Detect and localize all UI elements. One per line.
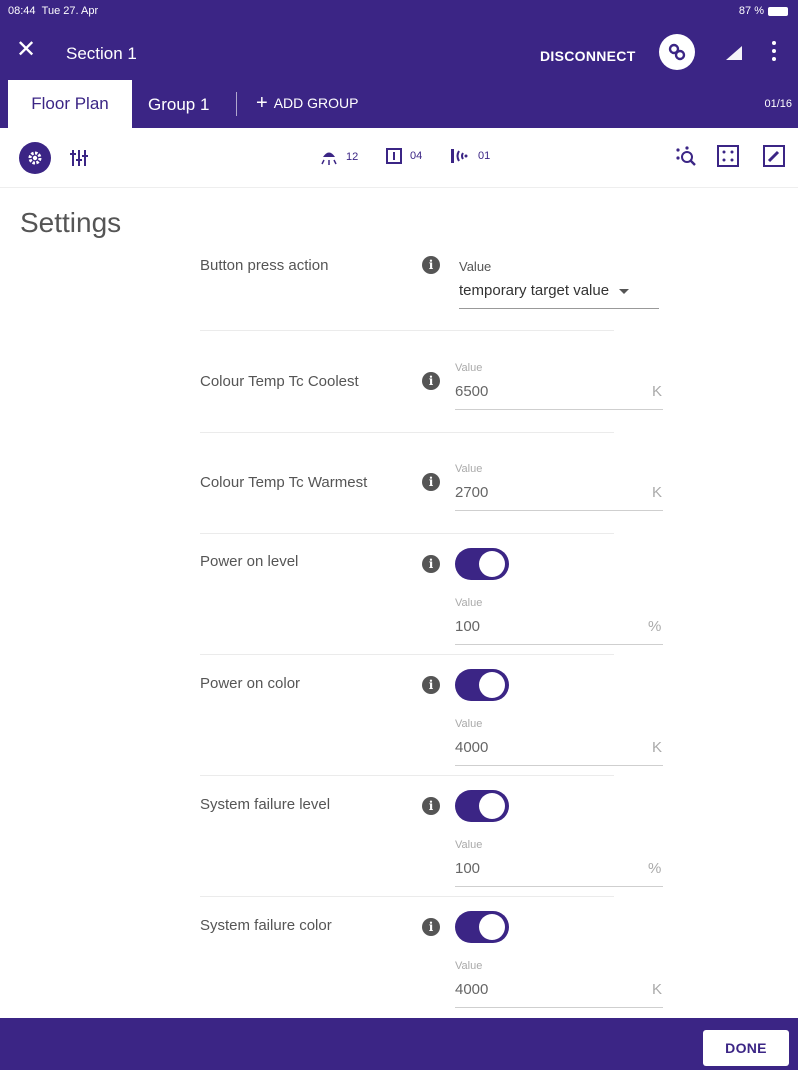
field-underline — [455, 1007, 663, 1008]
tc-warmest-input[interactable]: 2700 — [455, 484, 488, 501]
info-icon[interactable]: i — [422, 555, 440, 573]
tc-warmest-label: Colour Temp Tc Warmest — [200, 474, 368, 491]
system-failure-level-unit: % — [648, 860, 662, 877]
power-on-level-unit: % — [648, 618, 662, 635]
tc-warmest-unit: K — [652, 484, 663, 501]
search-device-icon[interactable] — [674, 144, 698, 168]
divider — [200, 330, 614, 331]
power-on-level-label: Power on level — [200, 553, 299, 570]
tc-coolest-input[interactable]: 6500 — [455, 383, 488, 400]
page-count: 01/16 — [764, 98, 792, 110]
page-title: Settings — [20, 207, 122, 238]
field-underline — [455, 510, 663, 511]
toggle-knob — [479, 551, 505, 577]
system-failure-color-field-label: Value — [455, 960, 483, 972]
system-failure-color-unit: K — [652, 981, 663, 998]
field-underline — [455, 886, 663, 887]
battery-icon — [768, 6, 788, 16]
add-group-label: ADD GROUP — [273, 95, 359, 111]
luminaire-counter: 12 — [320, 148, 358, 166]
status-time: 08:44 Tue 27. Apr — [8, 5, 98, 17]
link-button[interactable] — [659, 34, 695, 70]
tc-warmest-field-label: Value — [455, 463, 483, 475]
info-icon[interactable]: i — [422, 372, 440, 390]
add-group-button[interactable]: + ADD GROUP — [256, 92, 359, 114]
system-failure-level-field-label: Value — [455, 839, 483, 851]
more-menu-icon[interactable] — [771, 41, 777, 61]
power-on-color-label: Power on color — [200, 675, 301, 692]
plus-icon: + — [256, 92, 268, 114]
toggle-knob — [479, 672, 505, 698]
power-on-level-toggle[interactable] — [455, 548, 509, 580]
system-failure-color-input[interactable]: 4000 — [455, 981, 488, 998]
system-failure-level-toggle[interactable] — [455, 790, 509, 822]
system-failure-color-toggle[interactable] — [455, 911, 509, 943]
signal-icon — [726, 46, 742, 60]
sensor-counter: 04 — [386, 148, 422, 164]
toggle-knob — [479, 793, 505, 819]
power-on-level-field-label: Value — [455, 597, 483, 609]
field-underline — [455, 644, 663, 645]
battery-indicator: 87 % — [739, 5, 788, 17]
select-underline — [459, 308, 659, 309]
divider — [200, 896, 614, 897]
battery-percent: 87 % — [738, 5, 764, 17]
sliders-icon[interactable] — [70, 148, 88, 168]
beacon-icon — [451, 149, 468, 163]
toggle-knob — [479, 914, 505, 940]
beacon-count: 01 — [478, 150, 491, 162]
beacon-counter: 01 — [450, 148, 490, 164]
field-underline — [455, 409, 663, 410]
tc-coolest-unit: K — [652, 383, 663, 400]
section-title: Section 1 — [66, 44, 137, 63]
date: Tue 27. Apr — [41, 5, 99, 17]
edit-icon[interactable] — [762, 144, 786, 168]
button-press-selected: temporary target value — [459, 282, 610, 299]
disconnect-button[interactable]: DISCONNECT — [540, 48, 636, 64]
app-bar: ✕ Section 1 DISCONNECT — [0, 22, 798, 80]
system-failure-level-label: System failure level — [200, 796, 331, 813]
system-failure-color-label: System failure color — [200, 917, 332, 934]
info-icon[interactable]: i — [422, 473, 440, 491]
bottom-bar: DONE — [0, 1018, 798, 1070]
info-icon[interactable]: i — [422, 797, 440, 815]
tab-group-1[interactable]: Group 1 — [148, 95, 209, 115]
power-on-color-input[interactable]: 4000 — [455, 739, 488, 756]
sensor-count: 04 — [410, 150, 423, 162]
clock: 08:44 — [8, 5, 36, 17]
done-button[interactable]: DONE — [703, 1030, 789, 1066]
system-failure-level-input[interactable]: 100 — [455, 860, 480, 877]
settings-button[interactable] — [19, 142, 51, 174]
chevron-down-icon — [619, 289, 630, 294]
tab-bar: Floor Plan Group 1 + ADD GROUP 01/16 — [0, 80, 798, 128]
power-on-color-toggle[interactable] — [455, 669, 509, 701]
divider — [200, 432, 614, 433]
toolbar: 12 04 01 — [0, 128, 798, 188]
button-press-select[interactable]: temporary target value — [459, 282, 630, 299]
info-icon[interactable]: i — [422, 676, 440, 694]
field-underline — [455, 765, 663, 766]
close-icon[interactable]: ✕ — [16, 38, 36, 62]
info-icon[interactable]: i — [422, 256, 440, 274]
link-icon — [668, 43, 686, 61]
luminaire-icon — [321, 152, 337, 165]
power-on-color-unit: K — [652, 739, 663, 756]
button-press-label: Button press action — [200, 257, 329, 274]
luminaire-count: 12 — [346, 151, 359, 163]
info-icon[interactable]: i — [422, 918, 440, 936]
divider — [200, 533, 614, 534]
power-on-level-input[interactable]: 100 — [455, 618, 480, 635]
sensor-icon — [386, 148, 402, 164]
divider — [200, 775, 614, 776]
button-press-field-label: Value — [459, 259, 492, 274]
tab-floor-plan[interactable]: Floor Plan — [8, 80, 132, 128]
tc-coolest-label: Colour Temp Tc Coolest — [200, 373, 359, 390]
divider — [200, 654, 614, 655]
select-area-icon[interactable] — [716, 144, 740, 168]
tab-divider — [236, 92, 237, 116]
tc-coolest-field-label: Value — [455, 362, 483, 374]
status-bar: 08:44 Tue 27. Apr 87 % — [0, 0, 798, 22]
gear-icon — [28, 151, 42, 165]
power-on-color-field-label: Value — [455, 718, 483, 730]
